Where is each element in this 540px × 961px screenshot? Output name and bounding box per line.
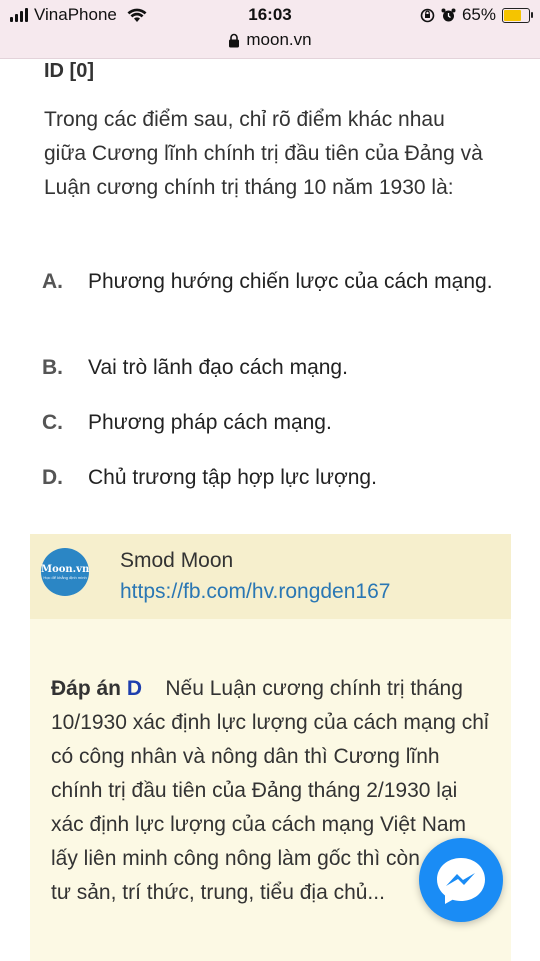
option-text: Phương hướng chiến lược của cách mạng.: [88, 270, 493, 293]
avatar[interactable]: Moon.vn Học để khẳng định mình: [41, 548, 89, 596]
option-letter: D.: [42, 466, 63, 489]
option-text: Chủ trương tập hợp lực lượng.: [88, 466, 377, 489]
author-link[interactable]: https://fb.com/hv.rongden167: [120, 580, 390, 604]
status-bar: VinaPhone 16:03 65%: [0, 0, 540, 30]
option-text: Vai trò lãnh đạo cách mạng.: [88, 356, 348, 379]
address-bar[interactable]: moon.vn: [0, 30, 540, 50]
option-a[interactable]: A. Phương hướng chiến lược của cách mạng…: [42, 266, 502, 298]
battery-icon: [502, 7, 533, 23]
battery-level: [504, 9, 521, 21]
answer-key: D: [126, 677, 143, 700]
messenger-icon: [437, 858, 485, 904]
author-name[interactable]: Smod Moon: [120, 549, 233, 573]
option-letter: A.: [42, 270, 63, 293]
question-text: Trong các điểm sau, chỉ rõ điểm khác nha…: [44, 108, 483, 199]
alarm-icon: [441, 8, 456, 21]
lock-icon: [229, 33, 240, 47]
option-d[interactable]: D. Chủ trương tập hợp lực lượng.: [42, 462, 502, 494]
answer-label: Đáp án: [51, 677, 122, 700]
option-c[interactable]: C. Phương pháp cách mạng.: [42, 407, 502, 439]
orientation-lock-icon: [420, 8, 435, 22]
option-text: Phương pháp cách mạng.: [88, 411, 332, 434]
option-b[interactable]: B. Vai trò lãnh đạo cách mạng.: [42, 352, 502, 384]
avatar-logo-text: Moon.vn: [41, 564, 90, 575]
option-letter: B.: [42, 356, 63, 379]
battery-percent: 65%: [461, 5, 496, 24]
url-text: moon.vn: [246, 30, 312, 49]
messenger-button[interactable]: [419, 838, 503, 922]
right-status: 65%: [420, 5, 533, 25]
option-letter: C.: [42, 411, 63, 434]
question-id: ID [0]: [44, 60, 94, 82]
browser-top-bar: VinaPhone 16:03 65% moon.vn: [0, 0, 540, 59]
avatar-tagline: Học để khẳng định mình: [43, 575, 87, 580]
comment-header: Moon.vn Học để khẳng định mình Smod Moon…: [30, 534, 511, 619]
